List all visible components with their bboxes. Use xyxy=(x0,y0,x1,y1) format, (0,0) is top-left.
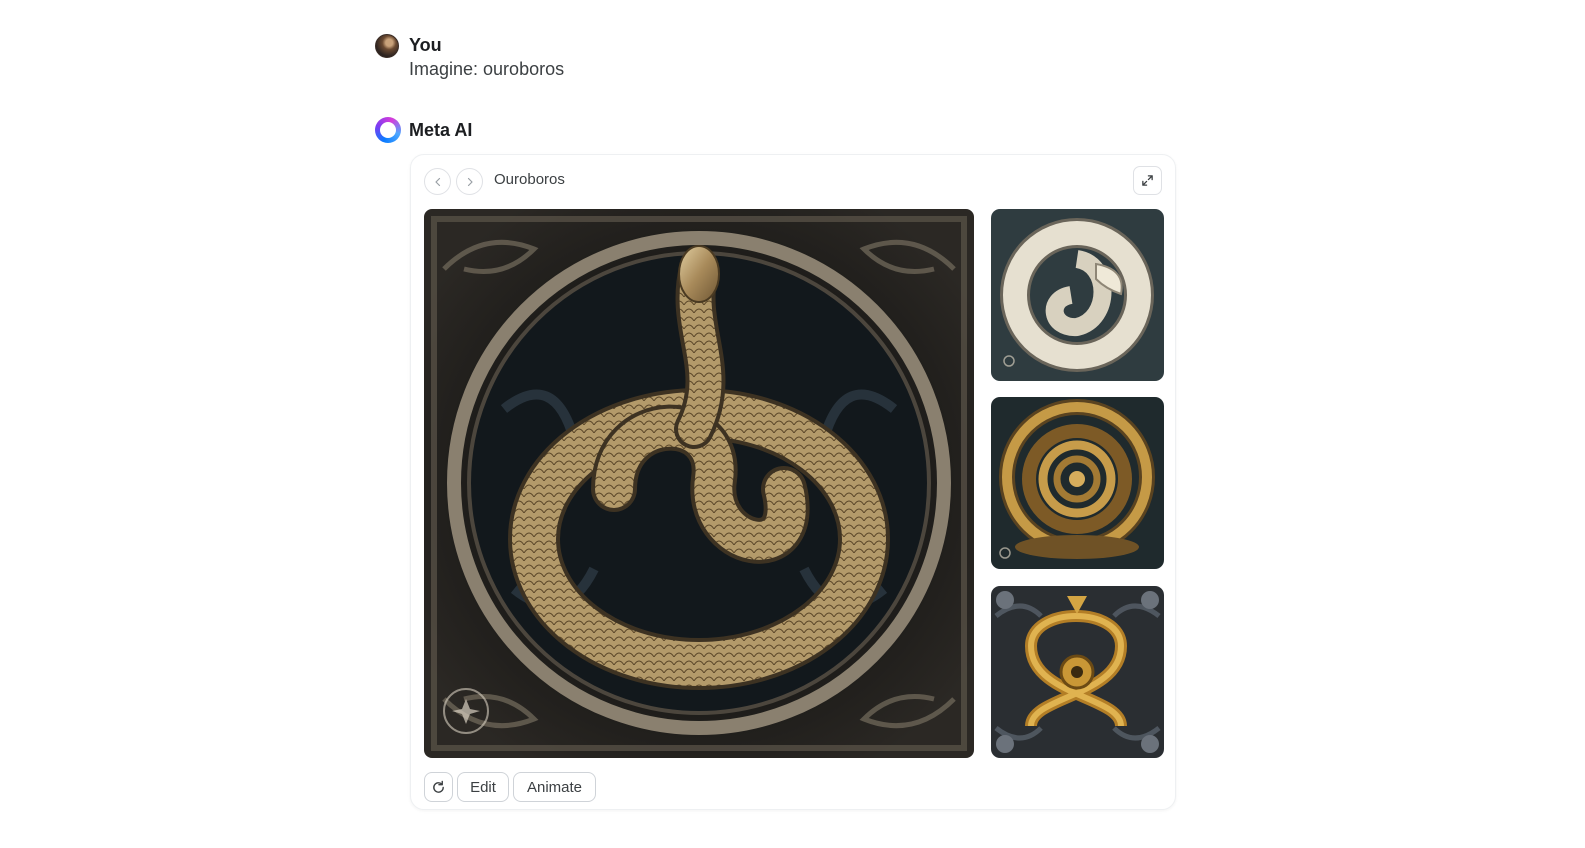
thumbnail-image-2[interactable] xyxy=(991,397,1164,569)
thumbnail-image-3[interactable] xyxy=(991,586,1164,758)
meta-ai-logo-icon xyxy=(375,117,401,143)
previous-button[interactable] xyxy=(424,168,451,195)
image-result-card: Ouroboros Edit Animate xyxy=(410,154,1176,810)
main-generated-image[interactable] xyxy=(424,209,974,758)
edit-button[interactable]: Edit xyxy=(457,772,509,802)
chevron-right-icon xyxy=(467,177,473,186)
ai-name: Meta AI xyxy=(409,120,473,140)
refresh-icon xyxy=(433,780,444,793)
expand-icon xyxy=(1142,175,1153,186)
user-prompt-text: Imagine: ouroboros xyxy=(409,59,565,79)
chat-page: You Imagine: ouroboros Meta AI Ouroboros xyxy=(0,0,1585,848)
avatar xyxy=(375,34,399,58)
user-name: You xyxy=(409,35,442,55)
card-title: Ouroboros xyxy=(494,171,565,188)
animate-button[interactable]: Animate xyxy=(513,772,596,802)
chevron-left-icon xyxy=(434,177,440,186)
next-button[interactable] xyxy=(456,168,483,195)
regenerate-button[interactable] xyxy=(424,772,453,802)
expand-button[interactable] xyxy=(1133,166,1162,195)
thumbnail-image-1[interactable] xyxy=(991,209,1164,381)
